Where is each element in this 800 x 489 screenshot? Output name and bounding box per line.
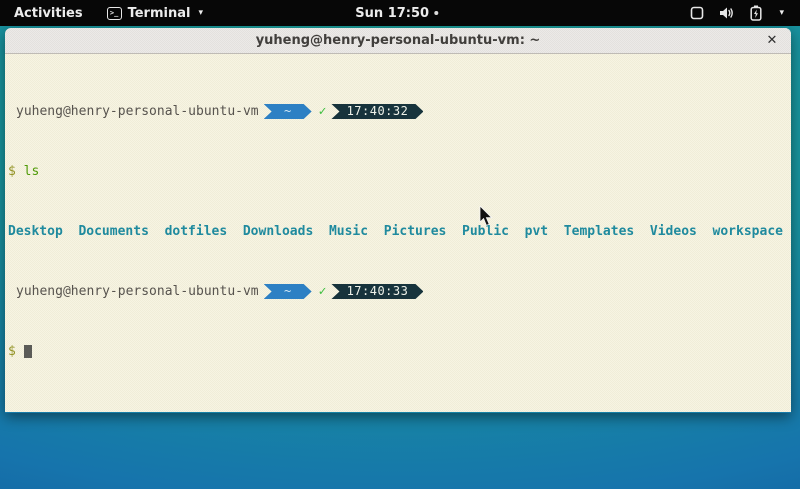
prompt-user: yuheng@henry-personal-ubuntu-vm [16, 284, 259, 299]
desktop: { "topbar": { "activities_label": "Activ… [0, 0, 800, 489]
chevron-down-icon: ▾ [198, 8, 203, 18]
dir-pvt: pvt [525, 224, 548, 239]
window-title: yuheng@henry-personal-ubuntu-vm: ~ [256, 33, 541, 48]
battery-charging-icon [750, 5, 762, 21]
dir-Public: Public [462, 224, 509, 239]
clock-label: Sun 17:50 [355, 6, 429, 21]
dir-workspace: workspace [713, 224, 783, 239]
command-line: $ ls [8, 164, 788, 179]
file-list: Desktop Documents dotfiles Downloads Mus… [8, 224, 783, 239]
checkmark-icon: ✓ [319, 284, 327, 299]
activities-button[interactable]: Activities [0, 0, 97, 26]
command-text: ls [24, 164, 40, 179]
dir-Templates: Templates [564, 224, 634, 239]
screen-icon [690, 6, 704, 20]
dollar-sign: $ [8, 344, 16, 359]
dir-Videos: Videos [650, 224, 697, 239]
powerline-time-segment: 17:40:33 [331, 284, 423, 299]
dir-Pictures: Pictures [384, 224, 447, 239]
terminal-icon: >_ [107, 7, 122, 20]
cursor-line: $ [8, 344, 788, 359]
prompt-line-2: yuheng@henry-personal-ubuntu-vm ~ ✓ 17:4… [8, 284, 788, 299]
top-bar: Activities >_ Terminal ▾ Sun 17:50 ▾ [0, 0, 800, 26]
close-button[interactable]: ✕ [763, 32, 781, 50]
powerline-path-segment: ~ [264, 104, 312, 119]
chevron-down-icon: ▾ [779, 8, 784, 18]
app-menu-label: Terminal [128, 6, 191, 21]
dollar-sign: $ [8, 164, 16, 179]
terminal-cursor [24, 345, 32, 358]
app-menu-terminal[interactable]: >_ Terminal ▾ [97, 0, 213, 26]
prompt-line-1: yuheng@henry-personal-ubuntu-vm ~ ✓ 17:4… [8, 104, 788, 119]
powerline-path-segment: ~ [264, 284, 312, 299]
dir-dotfiles: dotfiles [165, 224, 228, 239]
activities-label: Activities [14, 6, 83, 21]
window-titlebar[interactable]: yuheng@henry-personal-ubuntu-vm: ~ ✕ [5, 28, 791, 54]
notification-dot-icon [434, 11, 438, 15]
prompt-user: yuheng@henry-personal-ubuntu-vm [16, 104, 259, 119]
dir-Documents: Documents [78, 224, 148, 239]
system-tray-button[interactable]: ▾ [674, 0, 800, 26]
dir-Desktop: Desktop [8, 224, 63, 239]
dir-Music: Music [329, 224, 368, 239]
terminal-window: yuheng@henry-personal-ubuntu-vm: ~ ✕ yuh… [5, 28, 791, 413]
terminal-content[interactable]: yuheng@henry-personal-ubuntu-vm ~ ✓ 17:4… [5, 54, 791, 412]
dir-Downloads: Downloads [243, 224, 313, 239]
volume-icon [719, 6, 735, 20]
ls-output-line: Desktop Documents dotfiles Downloads Mus… [8, 224, 788, 239]
clock-button[interactable]: Sun 17:50 [355, 0, 438, 26]
checkmark-icon: ✓ [319, 104, 327, 119]
powerline-time-segment: 17:40:32 [331, 104, 423, 119]
